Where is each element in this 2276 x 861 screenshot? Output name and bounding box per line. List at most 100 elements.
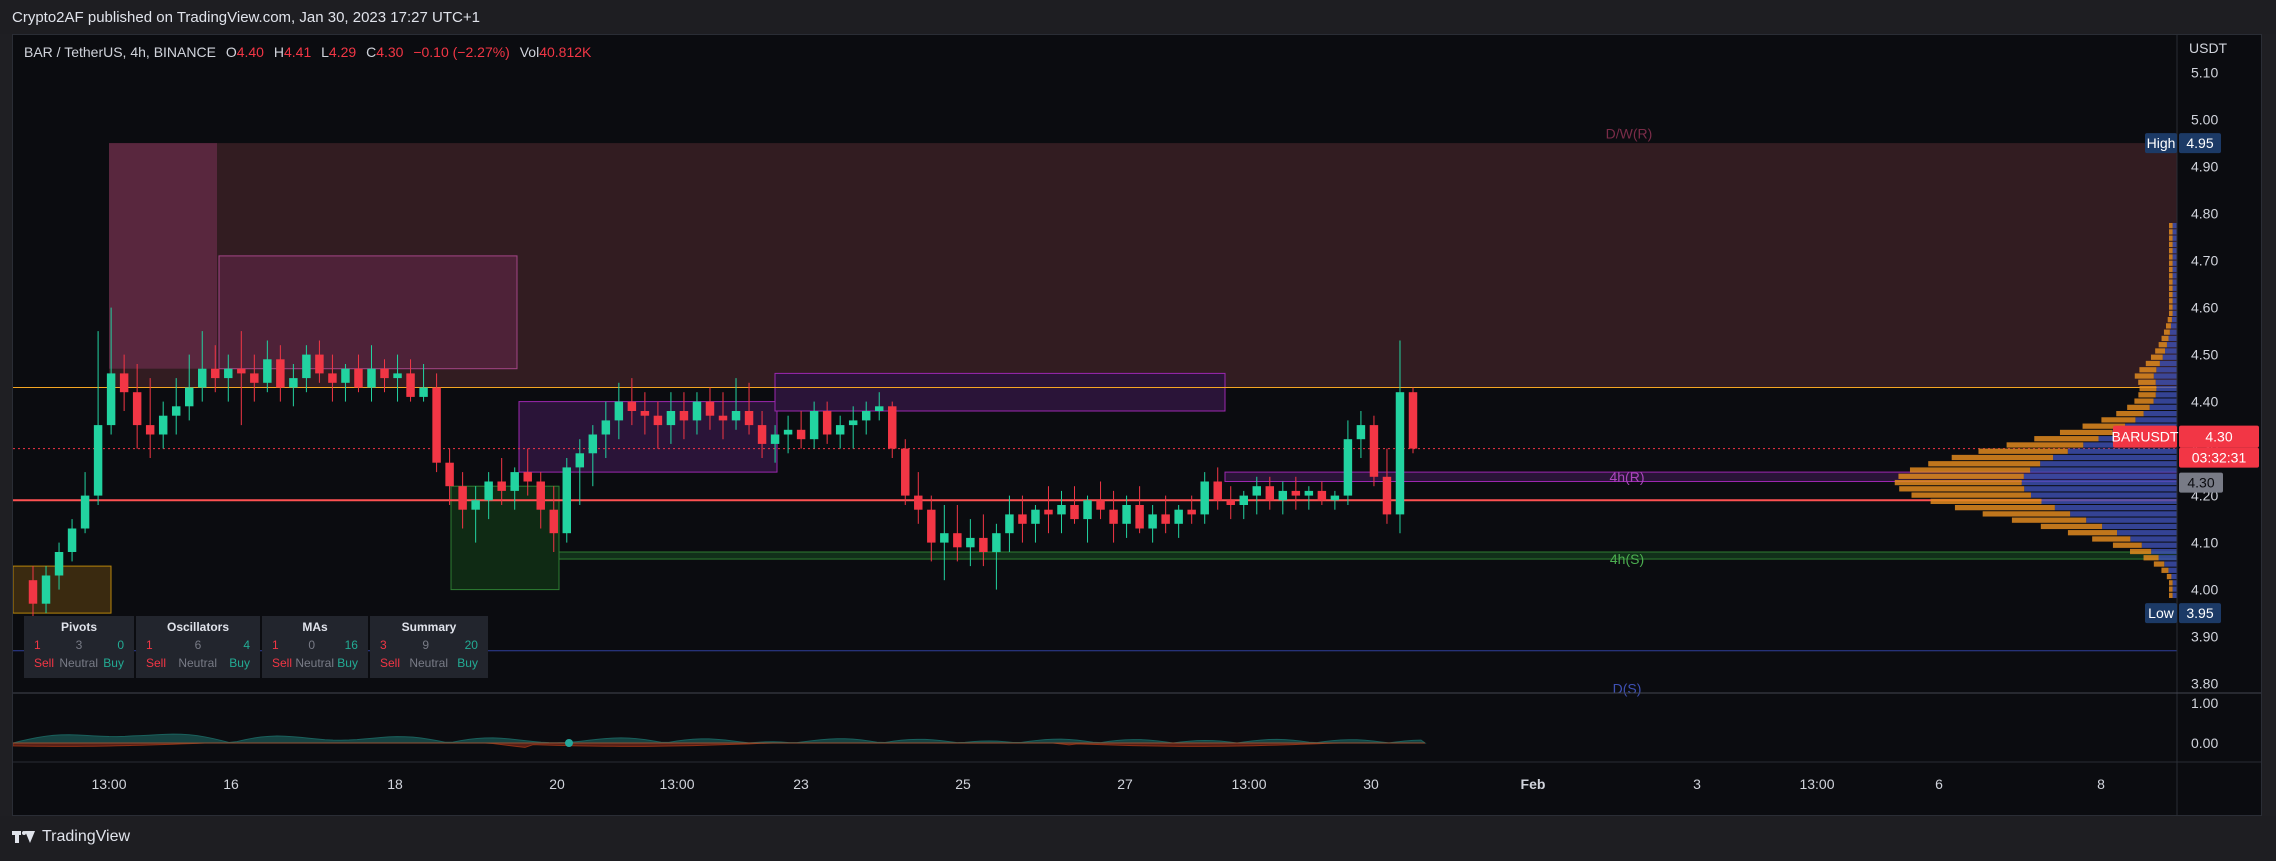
candle-body xyxy=(848,420,858,426)
candle-body xyxy=(67,528,77,552)
sell-label: Sell xyxy=(146,656,167,670)
candle-body xyxy=(914,495,923,510)
candle-body xyxy=(1083,500,1092,520)
chart-area[interactable]: D/W(R) 4h(R) 4h(S) D(S) USDT 5.10 5.00 4.90 4.80… xyxy=(12,34,2262,816)
low-badge-label: Low xyxy=(2148,605,2175,621)
volume-profile-bar xyxy=(2151,548,2177,555)
price-tick-label: 4.00 xyxy=(2191,582,2218,598)
volume-profile-bar xyxy=(2169,304,2173,310)
candle-body xyxy=(992,533,1001,552)
volume-profile-bar xyxy=(2155,348,2166,354)
osc-tick-label: 1.00 xyxy=(2191,695,2218,711)
symbol-name[interactable]: BAR / TetherUS, 4h, BINANCE xyxy=(24,44,216,60)
volume-profile-bar xyxy=(2138,392,2156,398)
volume-profile-bar xyxy=(2172,260,2177,266)
buy-label: Buy xyxy=(229,656,250,670)
marker-price-badge: 4.30 xyxy=(2187,475,2214,491)
candle-body xyxy=(432,387,441,463)
sell-label: Sell xyxy=(272,656,293,670)
sell-count: 1 xyxy=(34,638,41,652)
time-tick-label: 8 xyxy=(2097,776,2105,792)
volume-profile-bar xyxy=(2170,323,2177,329)
close-value: 4.30 xyxy=(376,44,404,60)
candle-body xyxy=(666,411,676,426)
candle-body xyxy=(1304,490,1314,496)
sell-count: 3 xyxy=(380,638,387,652)
volume-profile-bar xyxy=(2169,235,2173,241)
panel-title: Oscillators xyxy=(166,620,230,634)
candle-body xyxy=(80,495,90,529)
header-bar: Crypto2AF published on TradingView.com, … xyxy=(0,0,2276,34)
volume-profile-bar xyxy=(2143,411,2177,417)
candle-body xyxy=(1291,490,1301,496)
resistance-zone-left xyxy=(109,143,217,369)
volume-profile-bar xyxy=(2172,223,2177,229)
candle-body xyxy=(145,425,155,435)
brand-name: TradingView xyxy=(42,828,131,845)
candle-body xyxy=(1382,476,1392,515)
sell-label: Sell xyxy=(34,656,55,670)
volume-profile-bar xyxy=(2169,580,2173,586)
time-tick-label: 6 xyxy=(1935,776,1943,792)
candle-body xyxy=(1122,505,1131,524)
volume-profile-bar xyxy=(2155,392,2177,398)
candle-body xyxy=(263,359,272,383)
volume-profile-bar xyxy=(2054,505,2177,511)
low-value: 4.29 xyxy=(328,44,357,60)
candle-body xyxy=(510,472,519,491)
candle-body xyxy=(614,401,624,421)
candle-body xyxy=(211,368,220,379)
volume-profile-bar xyxy=(2059,429,2113,436)
price-tick-label: 5.10 xyxy=(2191,65,2218,81)
volume-profile-bar xyxy=(2171,317,2177,323)
volume-profile-bar xyxy=(2172,298,2177,304)
volume-profile-bar xyxy=(2023,473,2177,479)
volume-profile-bar xyxy=(2011,517,2087,523)
osc-tick-label: 0.00 xyxy=(2191,735,2218,751)
volume-profile-bar xyxy=(2030,467,2177,473)
volume-profile-bar xyxy=(2053,454,2177,461)
price-tick-label: 4.50 xyxy=(2191,347,2218,363)
volume-profile-bar xyxy=(2021,479,2177,486)
time-tick-label: 30 xyxy=(1363,776,1379,792)
candle-body xyxy=(588,434,598,454)
volume-profile-bar xyxy=(2134,373,2154,379)
neutral-count: 0 xyxy=(308,638,315,652)
price-tick-label: 4.60 xyxy=(2191,300,2218,316)
volume-profile-bar xyxy=(2034,436,2099,442)
volume-profile-bar xyxy=(2172,580,2177,586)
volume-profile-bar xyxy=(1899,486,2025,492)
volume-profile-bar xyxy=(2165,348,2177,354)
candle-body xyxy=(874,406,884,411)
tech-panel-mas: MAs 1 0 16 Sell Neutral Buy xyxy=(262,616,368,678)
volume-profile-bar xyxy=(2172,586,2177,592)
candle-body xyxy=(1343,439,1353,496)
volume-profile-bar xyxy=(2102,523,2177,530)
chart-svg[interactable]: D/W(R) 4h(R) 4h(S) D(S) USDT 5.10 5.00 4.90 4.80… xyxy=(13,35,2261,815)
volume-profile-bar xyxy=(1909,467,2031,473)
symbol-legend: BAR / TetherUS, 4h, BINANCE O4.40 H4.41 … xyxy=(24,44,591,60)
candle-body xyxy=(341,368,350,383)
candle-body xyxy=(1252,486,1262,496)
candle-body xyxy=(718,415,728,421)
volume-profile-bar xyxy=(2163,329,2170,335)
sell-count: 1 xyxy=(272,638,279,652)
candle-body xyxy=(835,425,845,435)
volume-profile-bar xyxy=(1930,498,2042,504)
price-tick-label: 4.10 xyxy=(2191,535,2218,551)
high-value: 4.41 xyxy=(283,44,312,60)
price-tick-label: 5.00 xyxy=(2191,112,2218,128)
volume-profile-bar xyxy=(2135,417,2177,423)
volume-profile-bar xyxy=(2156,385,2177,392)
volume-profile-bar xyxy=(2070,511,2177,517)
volume-profile-bar xyxy=(2101,417,2136,423)
vol-label: Vol xyxy=(519,44,540,60)
oscillator-wave-down xyxy=(13,742,1425,748)
tradingview-logo[interactable]: TradingView xyxy=(12,828,130,846)
time-tick-label: 13:00 xyxy=(659,776,694,792)
volume-profile-bar xyxy=(2158,555,2177,561)
volume-profile-bar xyxy=(2067,448,2177,454)
volume-profile-bar xyxy=(2040,523,2103,530)
volume-profile-bar xyxy=(2169,241,2173,248)
volume-profile-bar xyxy=(2117,530,2177,536)
